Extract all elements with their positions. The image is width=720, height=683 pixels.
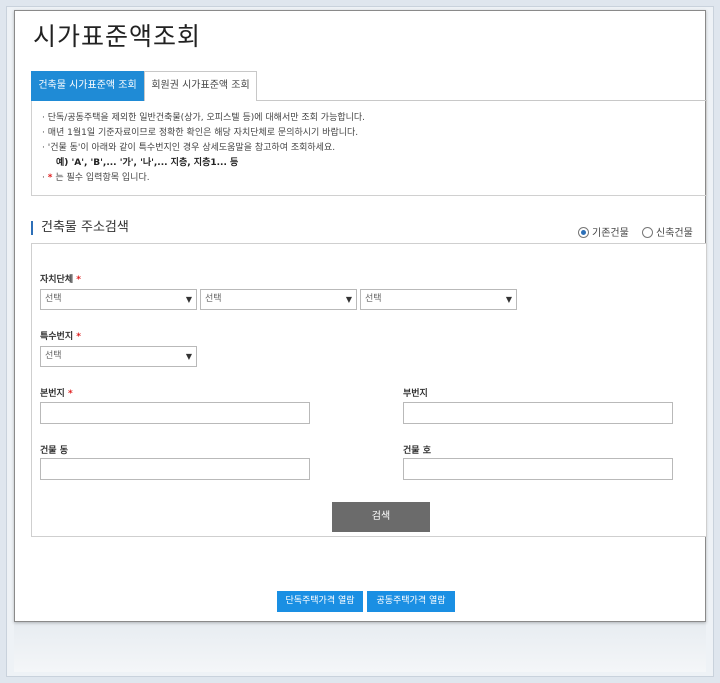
building-ho-input[interactable] [403,458,673,480]
bubunji-label: 부번지 [403,389,428,399]
search-button[interactable]: 검색 [332,502,430,532]
radio-unchecked-icon [642,227,653,238]
teuksu-label: 특수번지 * [40,332,81,342]
notice-required: · * 는 필수 입력항목 입니다. [42,171,706,186]
region-select-3[interactable]: 선택 ▼ [360,289,517,310]
radio-label: 신축건물 [656,228,693,239]
radio-checked-icon [578,227,589,238]
notice-line: · 매년 1월1일 기준자료이므로 정확한 확인은 해당 자치단체로 문의하시기… [42,128,359,138]
notice-line: · '건물 동'이 아래와 같이 특수번지인 경우 상세도움말을 참고하여 조회… [42,143,336,153]
dropdown-arrow-icon: ▼ [345,295,352,304]
apartment-price-button[interactable]: 공동주택가격 열람 [367,591,455,612]
detached-house-price-button[interactable]: 단독주택가격 열람 [277,591,363,612]
dropdown-arrow-icon: ▼ [505,295,512,304]
tab-building-price[interactable]: 건축물 시가표준액 조회 [31,71,144,101]
building-dong-input[interactable] [40,458,310,480]
radio-existing-building[interactable]: 기존건물 [578,224,629,239]
page-title: 시가표준액조회 [33,22,202,51]
region-select-1[interactable]: 선택 ▼ [40,289,197,310]
dropdown-arrow-icon: ▼ [185,295,192,304]
radio-new-building[interactable]: 신축건물 [642,224,693,239]
radio-label: 기존건물 [592,228,629,239]
notice-box: · 단독/공동주택을 제외한 일반건축물(상가, 오피스텔 등)에 대해서만 조… [31,101,707,196]
dropdown-arrow-icon: ▼ [185,352,192,361]
section-title: 건축물 주소검색 [31,221,129,235]
page-window: 시가표준액조회 건축물 시가표준액 조회 회원권 시가표준액 조회 · 단독/공… [14,10,707,622]
search-form: 자치단체 * 선택 ▼ 선택 ▼ 선택 ▼ 특수번지 * 선택 ▼ 본번지 * 부번지 … [31,243,707,537]
ho-label: 건물 호 [403,446,431,456]
tab-bar: 건축물 시가표준액 조회 회원권 시가표준액 조회 [31,71,707,101]
notice-example: 예) 'A', 'B',... '가', '나',... 지층, 지층1... … [56,158,239,168]
main-lot-number-input[interactable] [40,402,310,424]
building-type-radio-group: 기존건물 신축건물 [578,224,703,239]
tab-membership-price[interactable]: 회원권 시가표준액 조회 [144,71,257,101]
bonbunji-label: 본번지 * [40,389,73,399]
sub-lot-number-input[interactable] [403,402,673,424]
dong-label: 건물 동 [40,446,68,456]
special-address-select[interactable]: 선택 ▼ [40,346,197,367]
region-select-2[interactable]: 선택 ▼ [200,289,357,310]
notice-line: · 단독/공동주택을 제외한 일반건축물(상가, 오피스텔 등)에 대해서만 조… [42,113,366,123]
required-mark: * [47,173,53,183]
jachi-label: 자치단체 * [40,275,81,285]
notice-required-text: 는 필수 입력항목 입니다. [55,173,150,183]
notice-bullet: · [42,173,45,183]
bottom-fade [14,622,706,672]
